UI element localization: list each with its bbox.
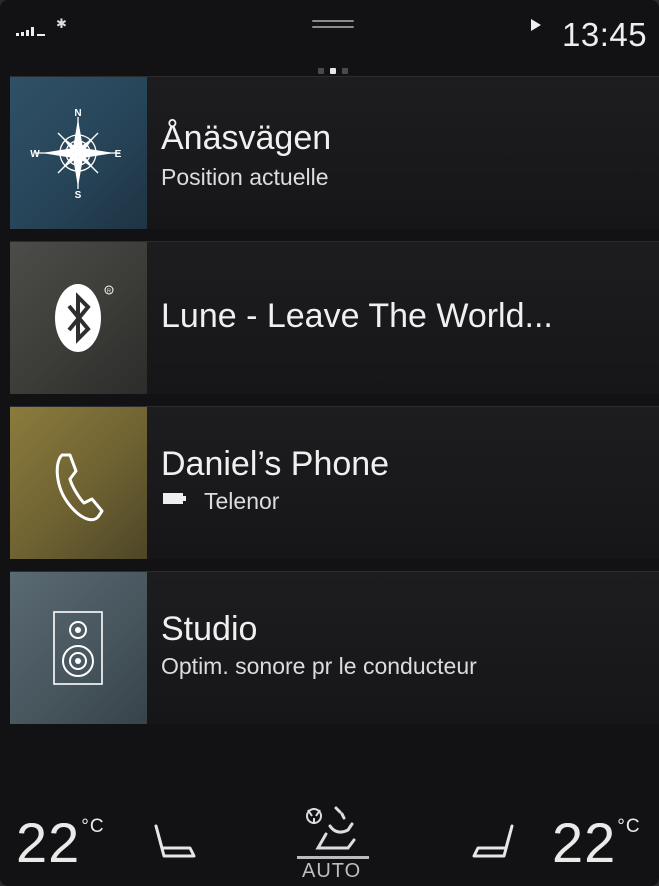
svg-text:R: R <box>107 289 111 295</box>
media-title: Lune - Leave The World... <box>161 297 553 335</box>
phone-tile[interactable]: Daniel’s Phone Telenor <box>10 406 659 559</box>
compass-east-label: E <box>115 149 122 160</box>
right-temperature[interactable]: 22°C <box>552 810 641 875</box>
navigation-thumbnail: N S W E <box>10 77 147 229</box>
climate-bar: 22°C AUTO 22°C <box>0 790 659 886</box>
left-temperature[interactable]: 22°C <box>16 810 105 875</box>
compass-west-label: W <box>30 149 40 160</box>
battery-icon <box>163 493 183 504</box>
compass-south-label: S <box>75 190 82 201</box>
phone-title: Daniel’s Phone <box>161 445 390 483</box>
phone-operator: Telenor <box>204 488 280 514</box>
compass-north-label: N <box>74 108 81 119</box>
media-tile[interactable]: R Lune - Leave The World... <box>10 241 659 394</box>
battery-tip <box>183 496 186 501</box>
page-dot-active <box>330 68 336 74</box>
navigation-tile[interactable]: N S W E Ånäsvägen Position actuelle <box>10 76 659 229</box>
auto-indicator-line <box>297 856 369 859</box>
left-seat-heat-icon[interactable] <box>150 822 200 862</box>
audio-subtitle: Optim. sonore pr le conducteur <box>161 653 477 679</box>
bluetooth-icon: R <box>55 284 114 352</box>
speaker-icon <box>53 611 103 685</box>
play-status-icon <box>531 19 541 31</box>
left-temperature-unit: °C <box>81 816 105 837</box>
right-seat-heat-icon[interactable] <box>468 822 518 862</box>
bluetooth-status-icon: ✱ <box>56 16 67 31</box>
right-temperature-unit: °C <box>617 816 641 837</box>
left-temperature-value: 22 <box>16 811 81 874</box>
center-display: ✱ 13:45 N S W E Ånäsvägen Position actue… <box>0 0 659 886</box>
media-thumbnail: R <box>10 242 147 394</box>
page-indicator <box>318 68 348 74</box>
navigation-subtitle: Position actuelle <box>161 164 329 190</box>
page-dot <box>342 68 348 74</box>
auto-climate-label[interactable]: AUTO <box>302 860 361 883</box>
right-temperature-value: 22 <box>552 811 617 874</box>
compass-icon: N S W E <box>30 108 122 201</box>
clock: 13:45 <box>562 16 648 53</box>
navigation-title: Ånäsvägen <box>161 119 332 157</box>
phone-thumbnail <box>10 407 147 559</box>
climate-fan-icon[interactable] <box>296 804 370 856</box>
signal-strength-icon <box>16 27 45 36</box>
top-view-handle[interactable] <box>312 20 354 30</box>
audio-title: Studio <box>161 610 258 648</box>
audio-tile[interactable]: Studio Optim. sonore pr le conducteur <box>10 571 659 724</box>
page-dot <box>318 68 324 74</box>
status-bar[interactable]: ✱ 13:45 <box>0 0 659 68</box>
audio-thumbnail <box>10 572 147 724</box>
phone-icon <box>55 453 104 522</box>
